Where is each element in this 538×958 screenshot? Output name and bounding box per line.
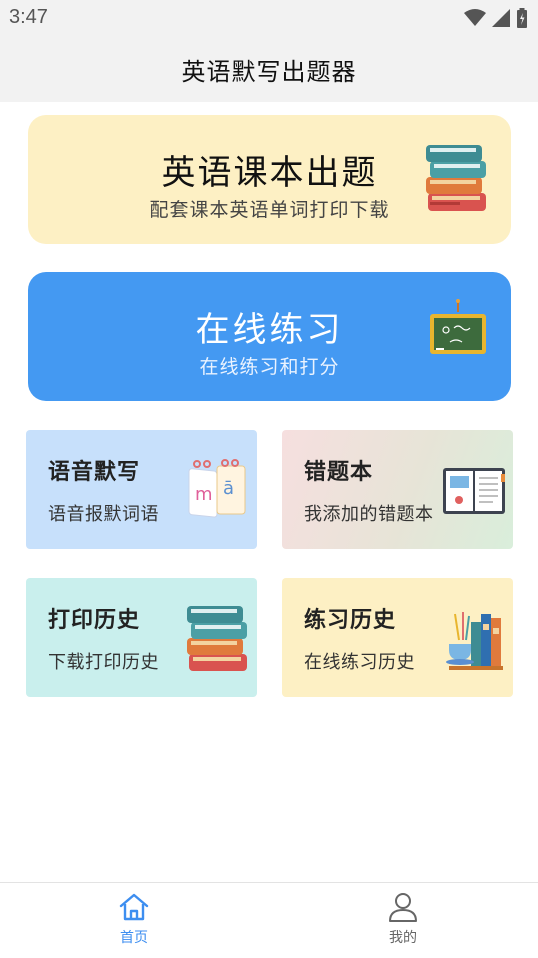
status-time: 3:47 (9, 6, 48, 28)
wrong-book-title: 错题本 (304, 460, 374, 485)
online-practice-card[interactable]: 在线练习 在线练习和打分 (28, 272, 511, 401)
voice-dictation-title: 语音默写 (48, 460, 141, 485)
open-notebook-icon (443, 468, 505, 514)
signal-icon (492, 9, 510, 27)
wrong-book-tile[interactable]: 错题本 我添加的错题本 (282, 430, 513, 549)
chalkboard-icon (430, 299, 486, 354)
voice-dictation-tile[interactable]: 语音默写 语音报默词语 m ā (26, 430, 257, 549)
nav-mine-label: 我的 (389, 930, 417, 946)
practice-history-subtitle: 在线练习历史 (304, 652, 415, 673)
wifi-icon (464, 9, 486, 26)
books-stack-icon (426, 145, 486, 211)
practice-history-tile[interactable]: 练习历史 在线练习历史 (282, 578, 513, 697)
pinyin-flipbook-icon: m ā (188, 459, 246, 518)
svg-text:m: m (195, 484, 213, 505)
bottom-navigation: 首页 我的 (0, 882, 538, 958)
print-history-tile[interactable]: 打印历史 下载打印历史 (26, 578, 257, 697)
svg-text:ā: ā (223, 478, 234, 499)
voice-dictation-subtitle: 语音报默词语 (48, 504, 159, 525)
print-history-title: 打印历史 (48, 608, 141, 633)
practice-history-title: 练习历史 (304, 608, 397, 633)
home-icon (119, 893, 149, 921)
page-title: 英语默写出题器 (181, 57, 357, 86)
status-icons (464, 8, 528, 28)
nav-home-label: 首页 (120, 930, 148, 946)
app-title-bar: 英语默写出题器 (0, 36, 538, 102)
nav-mine[interactable]: 我的 (358, 891, 448, 947)
study-desk-icon (446, 612, 503, 670)
textbook-quiz-card[interactable]: 英语课本出题 配套课本英语单词打印下载 (28, 115, 511, 244)
books-stack-icon (187, 606, 247, 671)
battery-icon (517, 8, 527, 28)
user-icon (389, 893, 417, 922)
status-bar: 3:47 (0, 0, 538, 36)
print-history-subtitle: 下载打印历史 (48, 652, 159, 673)
nav-home[interactable]: 首页 (89, 891, 179, 947)
wrong-book-subtitle: 我添加的错题本 (304, 504, 434, 525)
